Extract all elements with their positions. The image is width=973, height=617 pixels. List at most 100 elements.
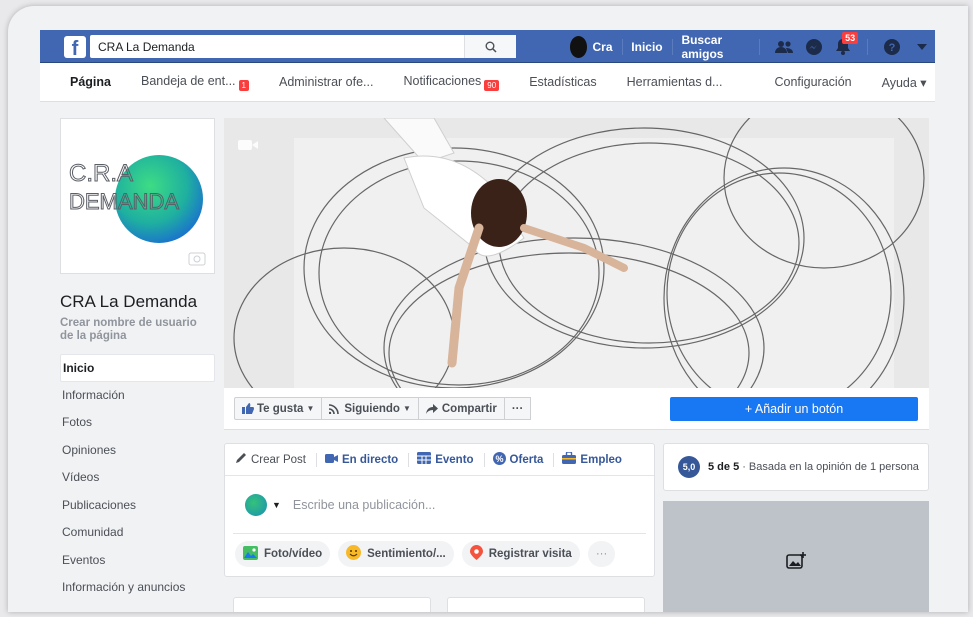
logo-text-line1: C.R.A xyxy=(69,160,133,187)
rating-headline: 5 de 5 xyxy=(708,461,740,473)
live-video-icon xyxy=(324,453,338,467)
account-menu-chevron-icon[interactable] xyxy=(913,36,930,58)
photo-video-label: Foto/vídeo xyxy=(264,548,323,560)
messenger-icon[interactable] xyxy=(805,36,823,58)
like-button[interactable]: Te gusta ▼ xyxy=(234,397,323,420)
share-arrow-icon xyxy=(425,403,438,414)
sidebar-item-fotos[interactable]: Fotos xyxy=(60,409,215,437)
composer-tab-label: Evento xyxy=(435,453,474,466)
search-bar xyxy=(90,35,516,58)
thumbs-up-icon xyxy=(242,403,254,414)
svg-text:%: % xyxy=(495,454,503,464)
sidebar-item-comunidad[interactable]: Comunidad xyxy=(60,519,215,547)
photo-video-button[interactable]: Foto/vídeo xyxy=(235,541,331,567)
sidebar-item-inicio[interactable]: Inicio xyxy=(60,354,215,382)
composer-tab-live[interactable]: En directo xyxy=(324,453,399,467)
share-button[interactable]: Compartir xyxy=(418,397,505,420)
feeling-label: Sentimiento/... xyxy=(367,548,446,560)
composer-divider xyxy=(553,452,555,467)
notifications-bell-icon[interactable]: 53 xyxy=(835,31,859,58)
sidebar-item-opiniones[interactable]: Opiniones xyxy=(60,437,215,465)
find-friends-link[interactable]: Buscar amigos xyxy=(681,33,749,61)
composer-footer: Foto/vídeo Sentimiento/... Registrar vis… xyxy=(225,534,654,574)
composer-tab-event[interactable]: Evento xyxy=(417,452,474,467)
sidebar-item-info-anuncios[interactable]: Información y anuncios xyxy=(60,574,215,602)
chevron-down-icon[interactable]: ▼ xyxy=(272,500,281,510)
page-sidebar-nav: Inicio Información Fotos Opiniones Vídeo… xyxy=(60,354,215,602)
like-follow-share-group: Te gusta ▼ Siguiendo ▼ Compartir ··· xyxy=(234,397,532,420)
post-card-partial xyxy=(447,597,645,612)
composer-tab-label: En directo xyxy=(341,453,399,466)
briefcase-icon xyxy=(562,451,577,467)
tab-settings[interactable]: Configuración xyxy=(774,75,851,89)
offer-tag-icon: % xyxy=(492,451,506,468)
more-options-button[interactable]: ··· xyxy=(504,397,532,420)
rss-icon xyxy=(329,404,340,414)
composer-divider xyxy=(408,452,410,467)
page-avatar xyxy=(245,493,267,516)
calendar-icon xyxy=(417,452,432,467)
user-avatar[interactable] xyxy=(570,35,588,58)
nav-divider xyxy=(867,38,868,55)
user-name-link[interactable]: Cra xyxy=(592,40,612,54)
more-label: ··· xyxy=(511,402,524,415)
composer-divider xyxy=(315,452,317,467)
composer-tab-label: Crear Post xyxy=(251,453,306,466)
sidebar-item-publicaciones[interactable]: Publicaciones xyxy=(60,492,215,520)
search-icon xyxy=(485,41,497,53)
share-label: Compartir xyxy=(441,402,497,415)
post-card-partial xyxy=(233,597,431,612)
home-link[interactable]: Inicio xyxy=(631,40,662,54)
tab-pagina[interactable]: Página xyxy=(70,75,111,89)
facebook-logo-icon[interactable]: f xyxy=(64,36,86,58)
composer-tab-job[interactable]: Empleo xyxy=(562,451,622,467)
location-pin-icon xyxy=(469,545,483,563)
rating-card[interactable]: 5,0 5 de 5 · Basada en la opinión de 1 p… xyxy=(663,443,929,491)
tab-inbox[interactable]: Bandeja de ent... 1 xyxy=(141,74,249,91)
feeling-button[interactable]: Sentimiento/... xyxy=(338,541,454,567)
add-button-cta[interactable]: + Añadir un botón xyxy=(670,397,918,421)
tab-statistics[interactable]: Estadísticas xyxy=(529,75,596,89)
video-icon xyxy=(238,140,252,150)
tab-help[interactable]: Ayuda ▾ xyxy=(882,75,927,90)
more-label: ··· xyxy=(595,548,608,560)
cover-photo[interactable] xyxy=(224,118,929,388)
sidebar-item-eventos[interactable]: Eventos xyxy=(60,547,215,575)
sidebar-item-videos[interactable]: Vídeos xyxy=(60,464,215,492)
tab-tools[interactable]: Herramientas d... xyxy=(627,75,723,89)
composer-divider xyxy=(483,452,485,467)
chevron-down-icon: ▼ xyxy=(306,404,315,413)
rating-detail: · Basada en la opinión de 1 persona xyxy=(742,461,919,473)
sidebar-item-informacion[interactable]: Información xyxy=(60,382,215,410)
composer-tab-label: Oferta xyxy=(509,453,544,466)
logo-text-line2: DEMANDA xyxy=(69,189,179,214)
top-nav-right: Cra Inicio Buscar amigos 53 ? xyxy=(570,30,936,63)
composer-more-button[interactable]: ··· xyxy=(587,541,616,567)
like-label: Te gusta xyxy=(257,402,304,415)
page-logo: C.R.A DEMANDA xyxy=(69,155,206,266)
notifications-count-badge: 53 xyxy=(842,31,859,44)
composer-tab-offer[interactable]: % Oferta xyxy=(492,451,544,468)
create-username-link[interactable]: Crear nombre de usuario de la página xyxy=(60,317,210,343)
composer-input-area[interactable]: ▼ Escribe una publicación... xyxy=(233,476,646,534)
composer-tab-create-post[interactable]: Crear Post xyxy=(235,452,306,467)
browser-frame: f Cra Inicio Buscar amigos 53 xyxy=(8,6,968,612)
smiley-icon xyxy=(346,545,362,563)
composer-tab-label: Empleo xyxy=(580,453,622,466)
help-icon[interactable]: ? xyxy=(883,36,901,58)
page-profile-picture[interactable]: C.R.A DEMANDA xyxy=(60,118,215,274)
friend-requests-icon[interactable] xyxy=(774,36,793,58)
tab-notifications[interactable]: Notificaciones 90 xyxy=(403,74,500,91)
cover-image xyxy=(224,118,929,388)
check-in-button[interactable]: Registrar visita xyxy=(461,541,580,567)
add-photo-box[interactable] xyxy=(663,501,929,612)
nav-divider xyxy=(621,38,623,55)
inbox-badge: 1 xyxy=(238,79,249,91)
tab-manage-offers[interactable]: Administrar ofe... xyxy=(279,75,373,89)
search-button[interactable] xyxy=(464,35,516,58)
svg-text:?: ? xyxy=(889,42,896,54)
following-button[interactable]: Siguiendo ▼ xyxy=(322,397,419,420)
page-action-bar: Te gusta ▼ Siguiendo ▼ Compartir ··· + A… xyxy=(224,388,929,430)
search-input[interactable] xyxy=(90,35,464,58)
composer-placeholder[interactable]: Escribe una publicación... xyxy=(293,498,435,512)
